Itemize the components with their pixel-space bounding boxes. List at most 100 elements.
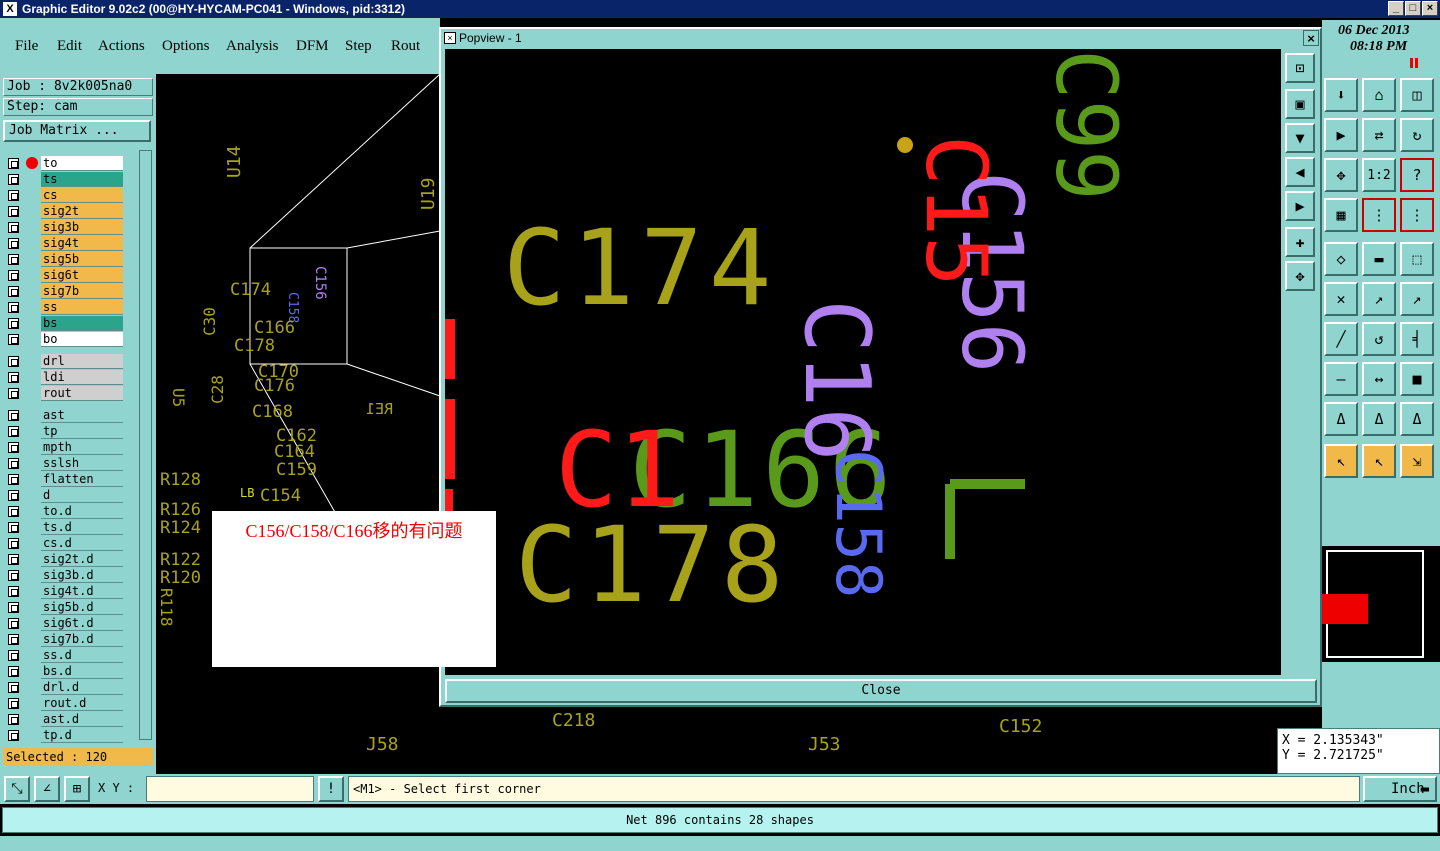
measure-point-icon[interactable]: ↗ xyxy=(1362,282,1396,316)
delete-icon[interactable]: ✕ xyxy=(1324,282,1358,316)
xy-input[interactable] xyxy=(146,776,314,802)
layer-name[interactable]: to xyxy=(41,156,123,171)
swap-icon[interactable]: ⇄ xyxy=(1362,118,1396,152)
layer-checkbox[interactable] xyxy=(8,586,19,597)
layer-name[interactable]: sig4t xyxy=(41,236,123,251)
shapes-icon[interactable]: ■ xyxy=(1400,362,1434,396)
layer-name[interactable]: sig2t.d xyxy=(41,552,123,567)
triangle-a-icon[interactable]: Δ xyxy=(1324,402,1358,436)
menu-edit[interactable]: Edit xyxy=(57,38,82,55)
alert-icon[interactable]: ! xyxy=(318,776,344,802)
layer-row-sig7b[interactable]: sig7b xyxy=(5,283,125,299)
layer-name[interactable]: flatten xyxy=(41,472,123,487)
layer-row-sig6t[interactable]: sig6t xyxy=(5,267,125,283)
layer-row-sig2t-d[interactable]: sig2t.d xyxy=(5,551,125,567)
layer-checkbox[interactable] xyxy=(8,270,19,281)
pan-icon[interactable]: ✥ xyxy=(1324,158,1358,192)
layer-checkbox[interactable] xyxy=(8,458,19,469)
layer-row-ldi[interactable]: ldi xyxy=(5,369,125,385)
layer-row-ts-d[interactable]: ts.d xyxy=(5,519,125,535)
layer-checkbox[interactable] xyxy=(8,634,19,645)
layer-checkbox[interactable] xyxy=(8,682,19,693)
layer-name[interactable]: sig5b.d xyxy=(41,600,123,615)
zoom-home-icon[interactable]: ▣ xyxy=(1285,89,1315,119)
layer-row-to[interactable]: to xyxy=(5,155,125,171)
layer-checkbox[interactable] xyxy=(8,222,19,233)
layer-row-sslsh[interactable]: sslsh xyxy=(5,455,125,471)
menu-options[interactable]: Options xyxy=(162,38,210,55)
maximize-button[interactable]: □ xyxy=(1405,1,1421,16)
layer-name[interactable]: cs xyxy=(41,188,123,203)
route-icon[interactable]: ⇲ xyxy=(1400,444,1434,478)
layer-name[interactable]: tp xyxy=(41,424,123,439)
angle-icon[interactable]: ∠ xyxy=(34,776,60,802)
layer-checkbox[interactable] xyxy=(8,286,19,297)
layer-checkbox[interactable] xyxy=(8,602,19,613)
layer-row-bs-d[interactable]: bs.d xyxy=(5,663,125,679)
layer-row-sig4t[interactable]: sig4t xyxy=(5,235,125,251)
layer-name[interactable]: bs.d xyxy=(41,664,123,679)
layer-name[interactable]: rout.d xyxy=(41,696,123,711)
window-split-icon[interactable]: ◫ xyxy=(1400,78,1434,112)
layer-row-tp[interactable]: tp xyxy=(5,423,125,439)
layer-row-to-d[interactable]: to.d xyxy=(5,503,125,519)
layer-row-ss[interactable]: ss xyxy=(5,299,125,315)
layer-name[interactable]: drl.d xyxy=(41,680,123,695)
layer-name[interactable]: sig6t.d xyxy=(41,616,123,631)
dimension-icon[interactable]: ↔ xyxy=(1362,362,1396,396)
layer-checkbox[interactable] xyxy=(8,506,19,517)
redraw-icon[interactable]: ↻ xyxy=(1400,118,1434,152)
pan-right-icon[interactable]: ▶ xyxy=(1285,191,1315,221)
layer-checkbox[interactable] xyxy=(8,650,19,661)
unit-selector[interactable]: Inch ▬ xyxy=(1363,776,1437,802)
layer-checkbox[interactable] xyxy=(8,372,19,383)
grid-icon[interactable]: ▦ xyxy=(1324,198,1358,232)
pan-left-icon[interactable]: ◀ xyxy=(1285,157,1315,187)
layer-row-sig4t-d[interactable]: sig4t.d xyxy=(5,583,125,599)
menu-actions[interactable]: Actions xyxy=(98,38,145,55)
fit-screen-icon[interactable]: ⬇ xyxy=(1324,78,1358,112)
layer-row-sig3b-d[interactable]: sig3b.d xyxy=(5,567,125,583)
layer-row-sig2t[interactable]: sig2t xyxy=(5,203,125,219)
layer-name[interactable]: sig4t.d xyxy=(41,584,123,599)
layer-checkbox[interactable] xyxy=(8,698,19,709)
line-icon[interactable]: ╱ xyxy=(1324,322,1358,356)
layer-row-ast-d[interactable]: ast.d xyxy=(5,711,125,727)
layer-name[interactable]: ts.d xyxy=(41,520,123,535)
layer-row-sig3b[interactable]: sig3b xyxy=(5,219,125,235)
layer-row-cs-d[interactable]: cs.d xyxy=(5,535,125,551)
zoom-out-icon[interactable]: ✥ xyxy=(1285,261,1315,291)
layer-row-tp-d[interactable]: tp.d xyxy=(5,727,125,743)
window-close-button[interactable]: × xyxy=(1422,1,1438,16)
layer-name[interactable]: sig6t xyxy=(41,268,123,283)
ruler-icon[interactable]: ▬ xyxy=(1362,242,1396,276)
popview-close-button[interactable]: Close xyxy=(445,679,1317,703)
layer-checkbox[interactable] xyxy=(8,254,19,265)
layer-checkbox[interactable] xyxy=(8,554,19,565)
next-icon[interactable]: ▶ xyxy=(1324,118,1358,152)
layer-name[interactable]: mpth xyxy=(41,440,123,455)
layer-name[interactable]: tp.d xyxy=(41,728,123,743)
menu-step[interactable]: Step xyxy=(345,38,372,55)
layer-checkbox[interactable] xyxy=(8,206,19,217)
layer-name[interactable]: ldi xyxy=(41,370,123,385)
layer-row-rout-d[interactable]: rout.d xyxy=(5,695,125,711)
layer-checkbox[interactable] xyxy=(8,158,19,169)
layer-row-drl[interactable]: drl xyxy=(5,353,125,369)
layer-row-mpth[interactable]: mpth xyxy=(5,439,125,455)
measure-line-icon[interactable]: ↗ xyxy=(1400,282,1434,316)
layers-on-icon[interactable]: ⋮ xyxy=(1362,198,1396,232)
snap-icon[interactable]: ⤡ xyxy=(4,776,30,802)
layer-checkbox[interactable] xyxy=(8,714,19,725)
layer-checkbox[interactable] xyxy=(8,522,19,533)
layer-name[interactable]: ast xyxy=(41,408,123,423)
line-measure-icon[interactable]: — xyxy=(1324,362,1358,396)
triangle-b-icon[interactable]: Δ xyxy=(1362,402,1396,436)
layer-row-sig6t-d[interactable]: sig6t.d xyxy=(5,615,125,631)
compare-icon[interactable]: ╡ xyxy=(1400,322,1434,356)
select-area-icon[interactable]: ⬚ xyxy=(1400,242,1434,276)
menu-dfm[interactable]: DFM xyxy=(296,38,329,55)
layer-checkbox[interactable] xyxy=(8,190,19,201)
layer-name[interactable]: sig3b.d xyxy=(41,568,123,583)
layer-name[interactable]: bs xyxy=(41,316,123,331)
